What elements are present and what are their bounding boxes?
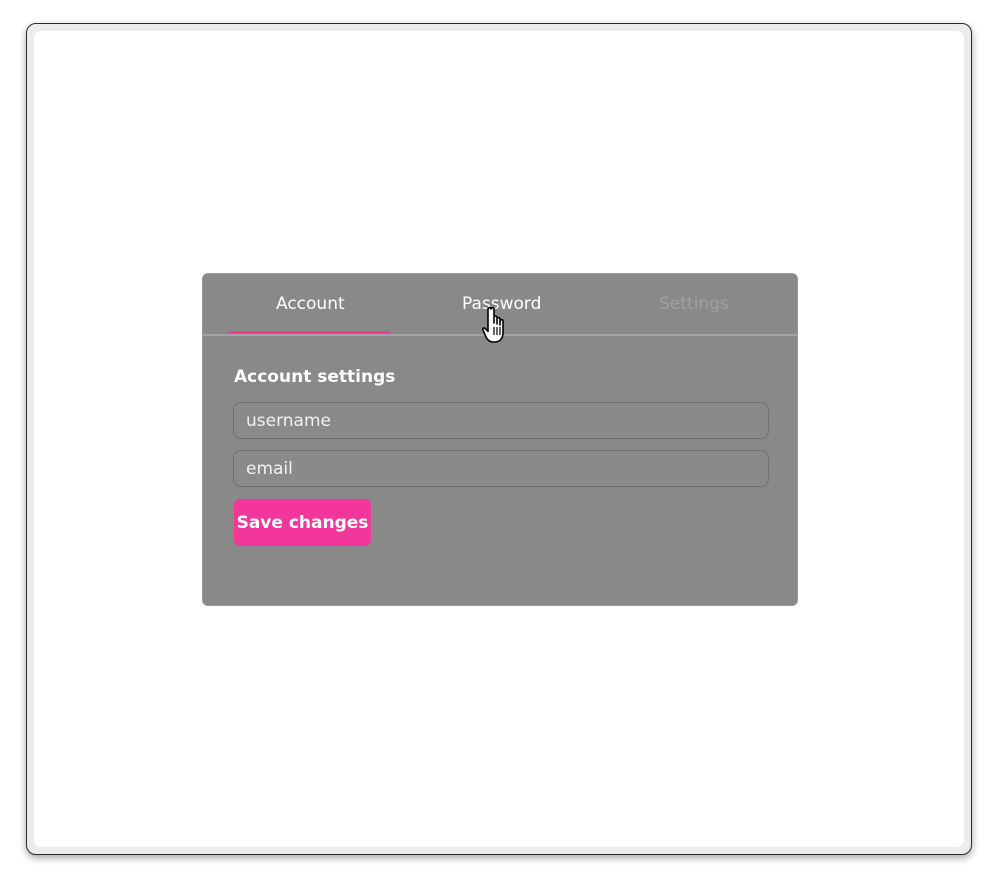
username-input[interactable] [233,402,769,439]
tab-settings: Settings [659,294,729,314]
settings-card: Account Password Settings Account settin… [202,273,798,606]
tab-bar: Account Password Settings [203,274,797,336]
tab-password[interactable]: Password [462,293,541,315]
active-tab-indicator [228,331,391,334]
save-changes-button[interactable]: Save changes [234,499,371,546]
tab-account[interactable]: Account [276,293,345,315]
section-title: Account settings [234,367,396,387]
email-input[interactable] [233,450,769,487]
